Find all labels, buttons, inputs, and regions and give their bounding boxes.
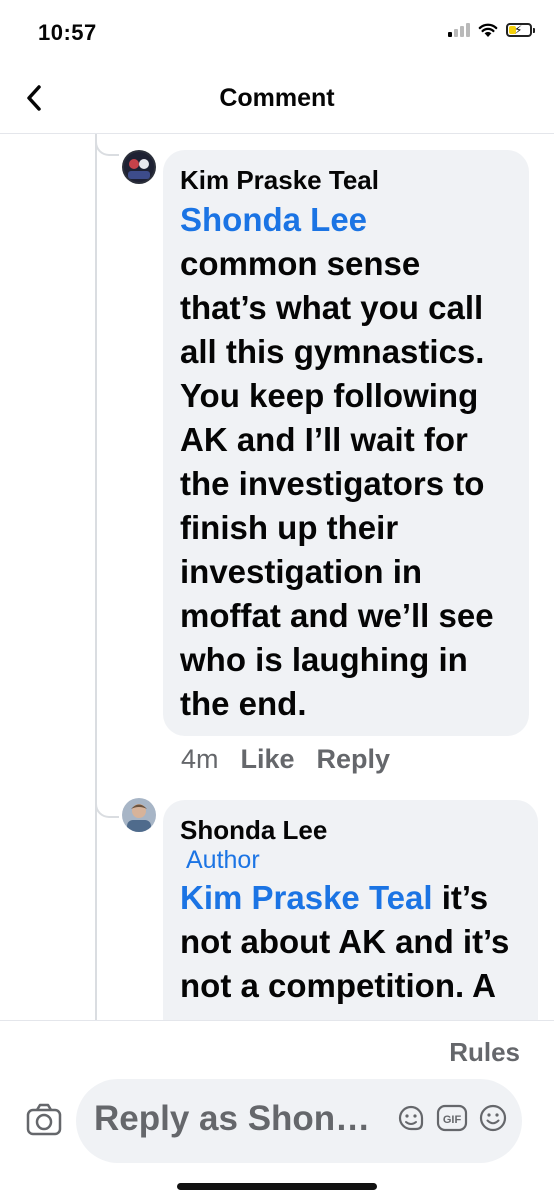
- reply-input[interactable]: Reply as Shonda Lee GIF: [76, 1079, 522, 1163]
- like-button[interactable]: Like: [241, 744, 295, 775]
- reply-button[interactable]: Reply: [317, 744, 391, 775]
- comment-bubble[interactable]: Shonda Lee Author Kim Praske Teal it’s n…: [163, 800, 538, 1020]
- wifi-icon: [478, 23, 498, 37]
- status-time: 10:57: [38, 20, 97, 45]
- comment-text: Shonda Lee common sense that’s what you …: [180, 198, 511, 726]
- status-bar: 10:57 ⚡: [0, 0, 554, 62]
- comment-actions: 4m Like Reply: [181, 744, 390, 775]
- bolt-icon: ⚡: [514, 23, 523, 37]
- battery-charging-icon: ⚡: [506, 23, 535, 37]
- home-indicator: [177, 1183, 377, 1190]
- camera-button[interactable]: [26, 1103, 62, 1137]
- mention-link[interactable]: Kim Praske Teal: [180, 879, 433, 916]
- page-title: Comment: [219, 84, 335, 112]
- thread-connector: [95, 796, 119, 818]
- thread-line: [95, 134, 97, 1020]
- comment-author[interactable]: Kim Praske Teal: [180, 164, 511, 196]
- status-icons: ⚡: [448, 22, 535, 38]
- mention-link[interactable]: Shonda Lee: [180, 201, 367, 238]
- comment-bubble[interactable]: Kim Praske Teal Shonda Lee common sense …: [163, 150, 529, 736]
- avatar[interactable]: [122, 798, 156, 832]
- sticker-icon[interactable]: [396, 1103, 426, 1138]
- gif-label: GIF: [443, 1114, 462, 1126]
- input-icons: GIF: [396, 1103, 508, 1138]
- author-badge: Author: [186, 846, 260, 874]
- comment-thread[interactable]: Kim Praske Teal Shonda Lee common sense …: [0, 134, 554, 1020]
- camera-icon: [26, 1103, 62, 1136]
- comment-body: common sense that’s what you call all th…: [180, 245, 494, 722]
- comment-author[interactable]: Shonda Lee: [180, 814, 520, 846]
- comment-text: Kim Praske Teal it’s not about AK and it…: [180, 876, 520, 1008]
- thread-connector: [95, 134, 119, 156]
- nav-header: Comment: [0, 62, 554, 134]
- reply-composer: Rules Reply as Shonda Lee GIF: [0, 1020, 554, 1200]
- reply-placeholder: Reply as Shonda Lee: [94, 1099, 376, 1138]
- emoji-icon[interactable]: [478, 1103, 508, 1138]
- comment-time: 4m: [181, 744, 219, 774]
- gif-icon[interactable]: GIF: [436, 1103, 468, 1138]
- avatar[interactable]: [122, 150, 156, 184]
- rules-link[interactable]: Rules: [449, 1037, 520, 1068]
- signal-icon: [448, 23, 470, 37]
